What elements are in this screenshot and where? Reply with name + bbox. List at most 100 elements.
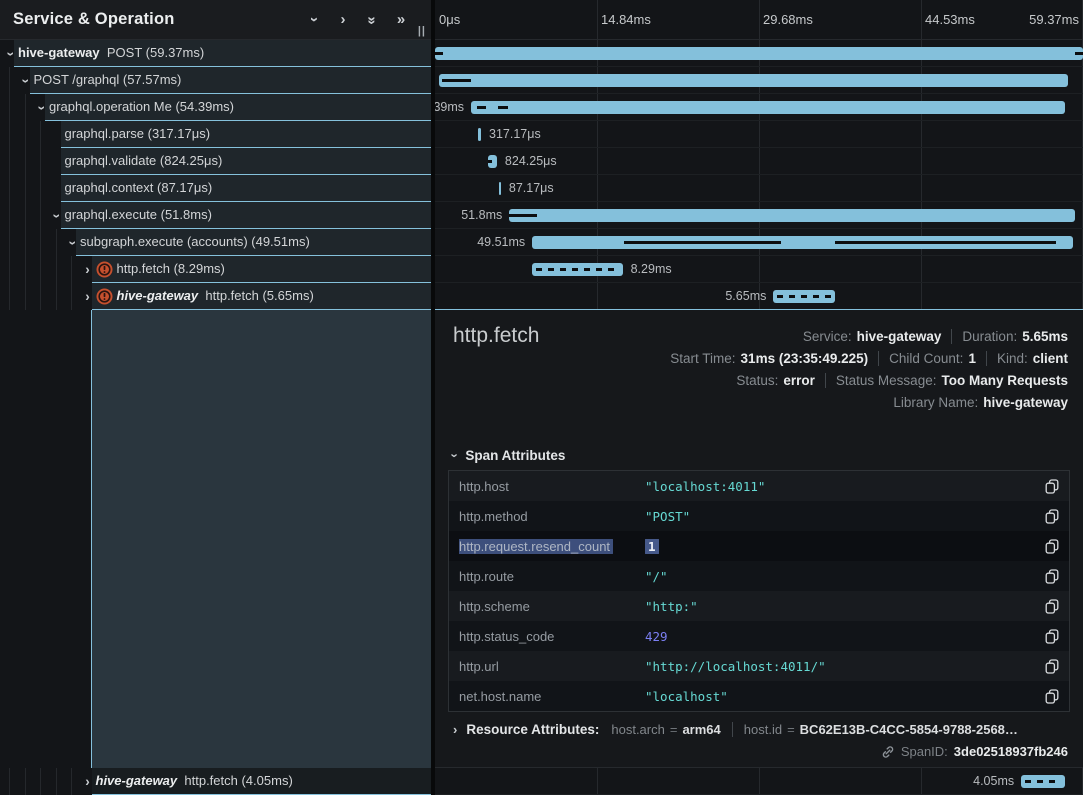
copy-icon[interactable]: [1039, 629, 1059, 644]
span-bar[interactable]: [532, 236, 1072, 249]
indent-guide: [9, 67, 10, 94]
indent-guide: [71, 256, 72, 283]
resource-attribute: host.id=BC62E13B-C4CC-5854-9788-2568…: [744, 722, 1018, 737]
span-tree-item[interactable]: graphql.validate (824.25μs): [0, 148, 431, 175]
meta-label: Status:: [736, 373, 778, 388]
span-bar[interactable]: [471, 101, 1065, 114]
copy-icon[interactable]: [1039, 539, 1059, 554]
operation-name: graphql.operation Me (54.39ms): [49, 99, 234, 114]
span-tree-item[interactable]: ›hive-gateway http.fetch (5.65ms): [0, 283, 431, 310]
span-meta-line: Library Name:hive-gateway: [670, 391, 1068, 413]
timeline-row[interactable]: 87.17μs: [435, 175, 1083, 202]
span-bar[interactable]: [509, 209, 1074, 222]
span-bar[interactable]: [478, 128, 481, 141]
child-span-tick: [498, 106, 508, 109]
span-bar[interactable]: [499, 182, 501, 195]
timeline-row[interactable]: 59.37ms: [435, 40, 1083, 67]
resource-attributes-title[interactable]: Resource Attributes:: [466, 722, 599, 737]
timeline-row[interactable]: 54.39ms: [435, 94, 1083, 121]
attribute-value: "localhost:4011": [645, 479, 1039, 494]
trace-row: graphql.context (87.17μs) 87.17μs: [0, 175, 1083, 202]
chevron-right-icon[interactable]: ›: [82, 774, 94, 790]
span-duration-label: 8.29ms: [631, 256, 672, 283]
child-span-tick: [624, 241, 781, 244]
span-id-label: SpanID:: [901, 744, 948, 759]
collapse-one-icon[interactable]: ›: [306, 12, 322, 27]
chevron-down-icon[interactable]: ›: [35, 100, 47, 116]
copy-icon[interactable]: [1039, 479, 1059, 494]
trace-row-footer: ›hive-gateway http.fetch (4.05ms)4.05ms: [0, 768, 1083, 795]
span-label: graphql.operation Me (54.39ms): [49, 94, 234, 120]
span-tree-item[interactable]: graphql.context (87.17μs): [0, 175, 431, 202]
timeline-row[interactable]: 5.65ms: [435, 283, 1083, 310]
indent-guide: [9, 229, 10, 256]
span-bar[interactable]: [435, 47, 1083, 60]
span-label: hive-gateway POST (59.37ms): [18, 40, 204, 66]
expand-one-icon[interactable]: ›: [335, 12, 351, 27]
meta-separator: [986, 351, 987, 366]
timeline-row[interactable]: 51.8ms: [435, 202, 1083, 229]
trace-viewer: Service & Operation › › » » || 0μs14.84m…: [0, 0, 1083, 795]
span-bar[interactable]: [532, 263, 622, 276]
span-tree-item[interactable]: ›hive-gateway http.fetch (4.05ms): [0, 768, 431, 795]
chevron-down-icon[interactable]: ›: [4, 46, 16, 62]
span-tree-item[interactable]: ›subgraph.execute (accounts) (49.51ms): [0, 229, 431, 256]
timeline-row[interactable]: 49.51ms: [435, 229, 1083, 256]
indent-guide: [40, 121, 41, 148]
timeline-row[interactable]: 8.29ms: [435, 256, 1083, 283]
chevron-down-icon[interactable]: ›: [66, 235, 78, 251]
indent-guide: [9, 121, 10, 148]
tree-controls: › › » »: [306, 12, 431, 27]
span-tree-item[interactable]: ›POST /graphql (57.57ms): [0, 67, 431, 94]
chevron-right-icon[interactable]: ›: [453, 722, 457, 737]
span-duration-label: 5.65ms: [725, 283, 766, 310]
copy-icon[interactable]: [1039, 509, 1059, 524]
span-label: graphql.execute (51.8ms): [65, 202, 212, 228]
span-tree-item[interactable]: ›http.fetch (8.29ms): [0, 256, 431, 283]
panel-resize-handle[interactable]: ||: [418, 25, 426, 37]
span-attributes-header[interactable]: › Span Attributes: [453, 448, 565, 463]
operation-name: graphql.context (87.17μs): [65, 180, 213, 195]
timeline-row[interactable]: 317.17μs: [435, 121, 1083, 148]
span-tree-item[interactable]: graphql.parse (317.17μs): [0, 121, 431, 148]
attribute-row: net.host.name"localhost": [449, 681, 1069, 711]
span-bar[interactable]: [488, 155, 497, 168]
span-bar[interactable]: [1021, 775, 1065, 788]
copy-icon[interactable]: [1039, 659, 1059, 674]
span-id-row: SpanID: 3de02518937fb246: [881, 744, 1068, 759]
indent-guide: [9, 94, 10, 121]
panel-divider[interactable]: [431, 0, 435, 795]
timeline-row[interactable]: 4.05ms: [435, 768, 1083, 795]
error-icon: [96, 261, 113, 278]
chevron-down-icon[interactable]: ›: [51, 208, 63, 224]
span-bar[interactable]: [439, 74, 1067, 87]
span-tree-item[interactable]: ›hive-gateway POST (59.37ms): [0, 40, 431, 67]
span-tree-item[interactable]: ›graphql.operation Me (54.39ms): [0, 94, 431, 121]
copy-icon[interactable]: [1039, 599, 1059, 614]
timeline-row[interactable]: 824.25μs: [435, 148, 1083, 175]
indent-guide: [40, 148, 41, 175]
span-attributes-table: http.host"localhost:4011"http.method"POS…: [448, 470, 1070, 712]
timeline-row[interactable]: 57.57ms: [435, 67, 1083, 94]
meta-separator: [825, 373, 826, 388]
child-span-dashes: [1025, 780, 1061, 783]
indent-guide: [9, 768, 10, 795]
span-tree-item[interactable]: ›graphql.execute (51.8ms): [0, 202, 431, 229]
span-bar[interactable]: [773, 290, 835, 303]
chevron-right-icon[interactable]: ›: [82, 289, 94, 305]
expand-all-icon[interactable]: »: [393, 12, 409, 27]
indent-guide: [25, 121, 26, 148]
trace-row: ›hive-gateway POST (59.37ms)59.37ms: [0, 40, 1083, 67]
copy-icon[interactable]: [1039, 569, 1059, 584]
timeline-tick-label: 14.84ms: [601, 12, 651, 27]
meta-label: Service:: [803, 329, 852, 344]
span-label: hive-gateway http.fetch (4.05ms): [96, 768, 293, 794]
chevron-down-icon[interactable]: ›: [20, 73, 32, 89]
trace-row: ›subgraph.execute (accounts) (49.51ms)49…: [0, 229, 1083, 256]
collapse-all-icon[interactable]: »: [364, 12, 380, 27]
attribute-value: 1: [645, 539, 1039, 554]
chevron-right-icon[interactable]: ›: [82, 262, 94, 278]
indent-guide: [9, 256, 10, 283]
link-icon[interactable]: [881, 745, 895, 759]
copy-icon[interactable]: [1039, 689, 1059, 704]
